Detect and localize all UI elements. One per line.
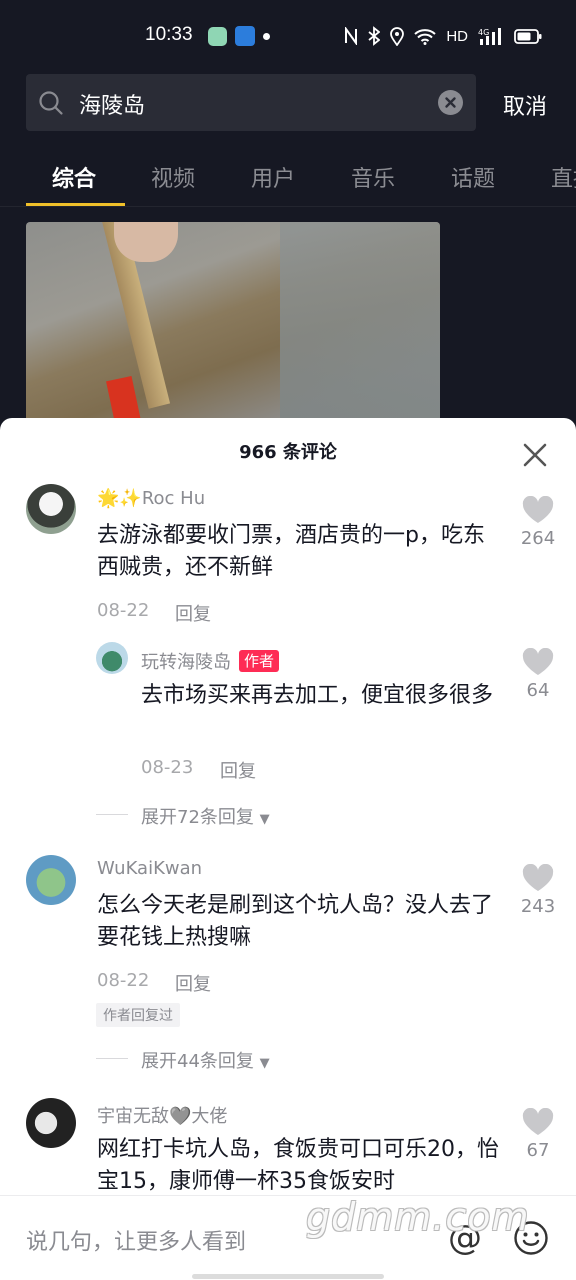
author-badge: 作者 [239, 650, 280, 672]
expand-replies-label: 展开72条回复 [141, 807, 254, 828]
comment-text[interactable]: 怎么今天老是刷到这个坑人岛？没人去了要花钱上热搜嘛 [97, 890, 502, 954]
like-count: 67 [526, 1140, 550, 1161]
thumbnail-water [280, 222, 440, 432]
clear-search-icon[interactable] [438, 90, 463, 115]
reply-button[interactable]: 回复 [175, 970, 211, 996]
reply-text[interactable]: 去市场买来再去加工，便宜很多很多 [141, 680, 506, 712]
notification-app-icon-2 [235, 26, 255, 46]
comment-date: 08-22 [97, 970, 150, 991]
expand-replies-button[interactable]: 展开44条回复 ▼ [141, 1047, 270, 1073]
reply-button[interactable]: 回复 [220, 757, 256, 783]
status-bar: 10:33 HD 4G [0, 0, 576, 72]
notification-app-icon [208, 27, 227, 46]
search-query[interactable]: 海陵岛 [79, 88, 145, 120]
tab-topics[interactable]: 话题 [451, 161, 495, 193]
chevron-down-icon: ▼ [259, 812, 270, 827]
reply-button[interactable]: 回复 [175, 600, 211, 626]
network-type: HD [446, 27, 468, 45]
video-thumbnail[interactable] [26, 222, 440, 432]
divider [96, 814, 128, 815]
comment-text[interactable]: 去游泳都要收门票，酒店贵的一p，吃东西贼贵，还不新鲜 [97, 520, 502, 584]
comment-date: 08-22 [97, 600, 150, 621]
like-button[interactable]: 243 [513, 864, 563, 917]
comments-sheet: 966 条评论 🌟✨Roc Hu 去游泳都要收门票，酒店贵的一p，吃东西贼贵，还… [0, 418, 576, 1280]
tab-general[interactable]: 综合 [52, 161, 96, 193]
like-button[interactable]: 64 [513, 648, 563, 701]
search-icon [39, 91, 63, 115]
like-count: 64 [526, 680, 550, 701]
active-tab-indicator [26, 203, 125, 206]
cancel-button[interactable]: 取消 [503, 89, 547, 121]
reply-date: 08-23 [141, 757, 194, 778]
heart-icon [522, 496, 554, 523]
reply-author[interactable]: 玩转海陵岛 作者 [141, 648, 280, 674]
close-icon[interactable] [522, 442, 548, 468]
like-count: 264 [520, 528, 556, 549]
comment-author[interactable]: 宇宙无敌🩶大佬 [97, 1102, 227, 1128]
comment-input[interactable]: 说几句，让更多人看到 [26, 1224, 246, 1256]
battery-icon [514, 28, 542, 44]
comment-author[interactable]: 🌟✨Roc Hu [97, 488, 205, 509]
avatar[interactable] [26, 855, 76, 905]
like-button[interactable]: 67 [513, 1108, 563, 1161]
notification-dot-icon [263, 33, 270, 40]
divider [96, 1058, 128, 1059]
tab-music[interactable]: 音乐 [351, 161, 395, 193]
tab-users[interactable]: 用户 [251, 161, 295, 193]
nfc-icon [345, 27, 358, 45]
avatar[interactable] [96, 642, 128, 674]
svg-text:4G: 4G [478, 28, 489, 37]
bluetooth-icon [368, 26, 381, 46]
heart-icon [522, 648, 554, 675]
status-icons: HD 4G [344, 24, 542, 48]
reply-author-name[interactable]: 玩转海陵岛 [141, 652, 231, 673]
expand-replies-button[interactable]: 展开72条回复 ▼ [141, 803, 270, 829]
heart-icon [522, 864, 554, 891]
like-button[interactable]: 264 [513, 496, 563, 549]
tab-videos[interactable]: 视频 [151, 161, 195, 193]
expand-replies-label: 展开44条回复 [141, 1051, 254, 1072]
search-tabs: 综合 视频 用户 音乐 话题 直播 [0, 155, 576, 207]
status-time: 10:33 [145, 24, 193, 45]
comments-count-title: 966 条评论 [239, 442, 337, 463]
tab-live[interactable]: 直播 [551, 161, 576, 193]
signal-4g-icon: 4G [478, 28, 501, 45]
wifi-icon [414, 28, 436, 45]
heart-icon [522, 1108, 554, 1135]
avatar[interactable] [26, 484, 76, 534]
comment-author[interactable]: WuKaiKwan [97, 858, 202, 879]
home-indicator [192, 1274, 384, 1279]
location-icon [390, 26, 405, 46]
chevron-down-icon: ▼ [259, 1056, 270, 1071]
like-count: 243 [520, 896, 556, 917]
comment-text[interactable]: 网红打卡坑人岛，食饭贵可口可乐20，怡宝15，康师傅一杯35食饭安时 [97, 1134, 502, 1198]
author-replied-tag: 作者回复过 [96, 1003, 180, 1027]
avatar[interactable] [26, 1098, 76, 1148]
search-input[interactable]: 海陵岛 [26, 74, 476, 131]
watermark: gdmm.com [306, 1195, 530, 1239]
